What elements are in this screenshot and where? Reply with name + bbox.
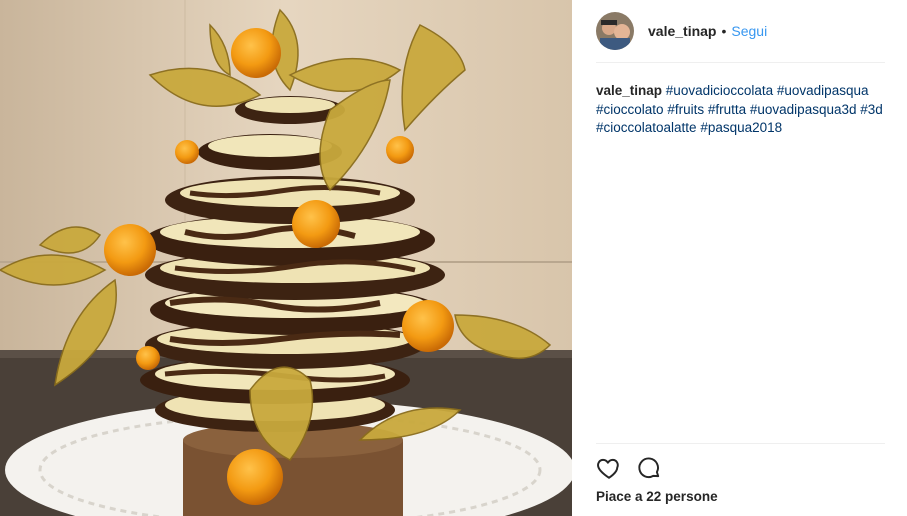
avatar[interactable] (596, 12, 634, 50)
heart-outline-icon[interactable] (596, 455, 622, 481)
caption: vale_tinap #uovadicioccolata #uovadipasq… (596, 82, 886, 138)
hashtag[interactable]: #pasqua2018 (700, 120, 782, 135)
post-photo[interactable] (0, 0, 572, 516)
actions-divider (596, 443, 885, 444)
post-header: vale_tinap • Segui (596, 12, 767, 50)
hashtag[interactable]: #uovadipasqua (777, 83, 869, 98)
separator-dot: • (721, 23, 727, 39)
chocolate-tower-image (0, 0, 572, 516)
follow-button[interactable]: Segui (731, 23, 767, 39)
hashtag[interactable]: #fruits (667, 102, 704, 117)
hashtag[interactable]: #uovadipasqua3d (750, 102, 857, 117)
header-divider (596, 62, 885, 63)
caption-username[interactable]: vale_tinap (596, 83, 662, 98)
hashtag[interactable]: #cioccolato (596, 102, 664, 117)
hashtag[interactable]: #cioccolatoalatte (596, 120, 697, 135)
speech-bubble-icon[interactable] (636, 455, 662, 481)
hashtag[interactable]: #3d (860, 102, 883, 117)
likes-count[interactable]: Piace a 22 persone (596, 489, 718, 504)
avatar-image (596, 12, 634, 50)
username[interactable]: vale_tinap (648, 23, 716, 39)
hashtag[interactable]: #uovadicioccolata (666, 83, 773, 98)
post-side-panel: vale_tinap • Segui vale_tinap #uovadicio… (572, 0, 907, 516)
hashtag[interactable]: #frutta (708, 102, 746, 117)
action-bar (596, 455, 676, 481)
